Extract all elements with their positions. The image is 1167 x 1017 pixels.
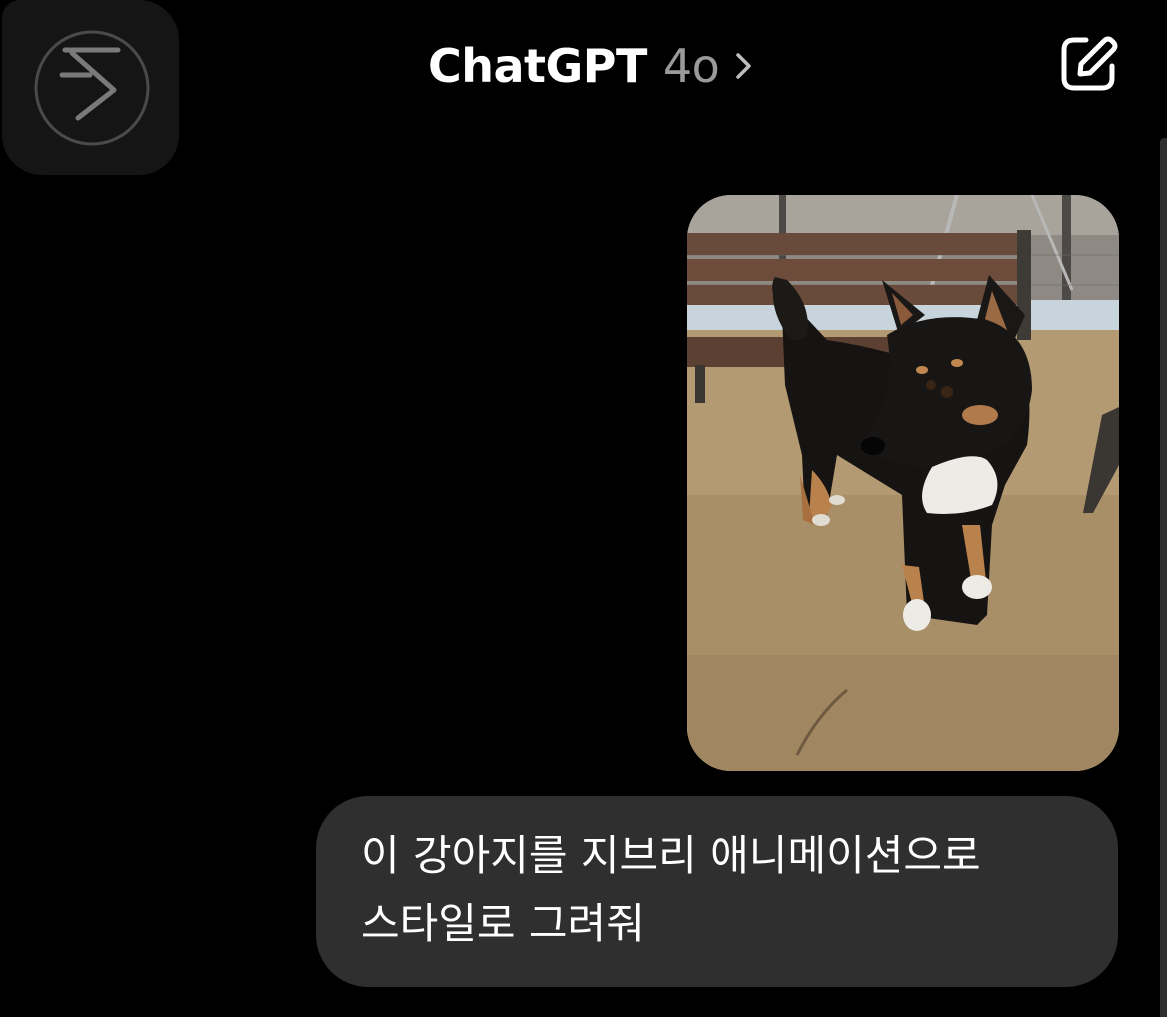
model-label: 4o <box>662 39 720 93</box>
model-selector[interactable]: ChatGPT 4o <box>428 34 755 98</box>
attached-photo[interactable] <box>687 195 1119 771</box>
user-message-text: 이 강아지를 지브리 애니메이션으로 스타일로 그려줘 <box>361 831 981 948</box>
new-chat-button[interactable] <box>1058 34 1120 96</box>
scrollbar[interactable] <box>1160 138 1167 1017</box>
new-chat-icon <box>1061 36 1118 91</box>
user-message-bubble[interactable]: 이 강아지를 지브리 애니메이션으로 스타일로 그려줘 <box>316 796 1118 987</box>
chevron-right-icon <box>736 53 752 79</box>
app-title: ChatGPT <box>428 39 647 93</box>
dog-photo-image <box>687 195 1119 771</box>
sidebar-toggle-button[interactable] <box>2 0 179 175</box>
sidebar-toggle-icon <box>34 30 150 146</box>
